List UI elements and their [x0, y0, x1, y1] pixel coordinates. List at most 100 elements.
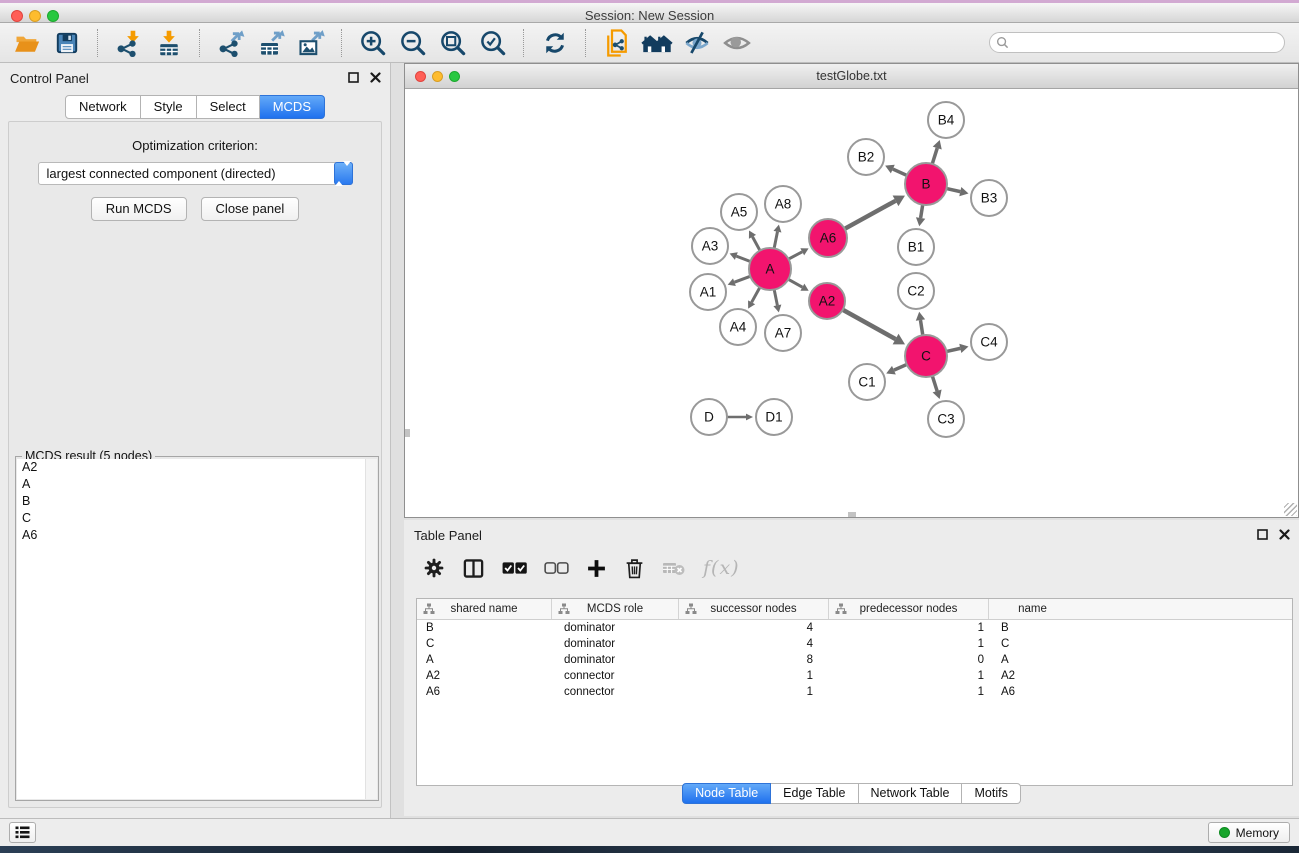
column-header-successor-nodes[interactable]: successor nodes: [679, 599, 829, 619]
graph-edge-A-A2[interactable]: [787, 279, 808, 291]
export-table-button[interactable]: [254, 26, 287, 59]
unselect-all-button[interactable]: [544, 561, 569, 575]
zoom-fit-button[interactable]: [436, 26, 469, 59]
graph-edge-B-B3[interactable]: [946, 187, 969, 196]
result-item-a[interactable]: A: [17, 476, 377, 493]
graph-node-A3[interactable]: A3: [692, 228, 728, 264]
graph-edge-A-A5[interactable]: [749, 230, 761, 251]
table-row-a6[interactable]: A6connector11A6: [417, 684, 1292, 700]
close-panel-button[interactable]: Close panel: [201, 197, 300, 221]
network-canvas[interactable]: A A1 A2 A3 A4 A5 A6 A7 A8 B B1 B2 B3 B4 C C1 C2 C3 C4 D D1: [405, 89, 1298, 517]
graph-node-C4[interactable]: C4: [971, 324, 1007, 360]
graph-node-A[interactable]: A: [749, 248, 791, 290]
memory-button[interactable]: Memory: [1208, 822, 1290, 843]
table-tab-node-table[interactable]: Node Table: [682, 783, 771, 804]
table-tab-motifs[interactable]: Motifs: [962, 783, 1020, 804]
close-panel-icon[interactable]: [370, 72, 381, 83]
graph-node-B2[interactable]: B2: [848, 139, 884, 175]
column-header-predecessor-nodes[interactable]: predecessor nodes: [829, 599, 989, 619]
result-item-a2[interactable]: A2: [17, 459, 377, 476]
run-mcds-button[interactable]: Run MCDS: [91, 197, 187, 221]
window-resize-handle[interactable]: [1284, 503, 1297, 516]
graph-node-D1[interactable]: D1: [756, 399, 792, 435]
float-panel-icon[interactable]: [348, 72, 359, 83]
graph-edge-B-B4[interactable]: [932, 140, 942, 165]
tab-select[interactable]: Select: [197, 95, 260, 119]
graph-node-B1[interactable]: B1: [898, 229, 934, 265]
close-panel-icon[interactable]: [1279, 529, 1290, 540]
tab-network[interactable]: Network: [65, 95, 141, 119]
graph-edge-B-B1[interactable]: [916, 204, 925, 227]
table-tab-network-table[interactable]: Network Table: [859, 783, 963, 804]
import-network-button[interactable]: [112, 26, 145, 59]
column-header-shared-name[interactable]: shared name: [417, 599, 552, 619]
graph-node-C3[interactable]: C3: [928, 401, 964, 437]
select-all-button[interactable]: [502, 561, 527, 575]
table-row-a[interactable]: Adominator80A: [417, 652, 1292, 668]
home-button[interactable]: [640, 26, 673, 59]
graph-node-B4[interactable]: B4: [928, 102, 964, 138]
graph-edge-B-B2[interactable]: [885, 165, 908, 176]
graph-node-A4[interactable]: A4: [720, 309, 756, 345]
graph-node-C2[interactable]: C2: [898, 273, 934, 309]
float-panel-icon[interactable]: [1257, 529, 1268, 540]
graph-node-B3[interactable]: B3: [971, 180, 1007, 216]
graph-edge-A2-C[interactable]: [842, 309, 905, 344]
graph-node-A2[interactable]: A2: [809, 283, 845, 319]
graph-node-A8[interactable]: A8: [765, 186, 801, 222]
table-row-a2[interactable]: A2connector11A2: [417, 668, 1292, 684]
graph-node-C1[interactable]: C1: [849, 364, 885, 400]
result-item-c[interactable]: C: [17, 510, 377, 527]
graph-edge-C-C1[interactable]: [886, 364, 907, 374]
task-history-button[interactable]: [9, 822, 36, 843]
graph-edge-A6-B[interactable]: [844, 195, 905, 229]
graph-node-A7[interactable]: A7: [765, 315, 801, 351]
table-tab-edge-table[interactable]: Edge Table: [771, 783, 858, 804]
delete-column-button[interactable]: [624, 557, 645, 579]
graph-node-A1[interactable]: A1: [690, 274, 726, 310]
graph-edge-A-A4[interactable]: [748, 287, 760, 309]
table-row-b[interactable]: Bdominator41B: [417, 620, 1292, 636]
column-header-name[interactable]: name: [989, 599, 1076, 619]
graph-edge-A-A7[interactable]: [773, 289, 781, 313]
graph-node-A6[interactable]: A6: [809, 219, 847, 257]
graph-node-B[interactable]: B: [905, 163, 947, 205]
birds-eye-button[interactable]: [720, 26, 753, 59]
export-image-button[interactable]: [294, 26, 327, 59]
graph-edge-A-A6[interactable]: [788, 248, 809, 259]
graph-node-A5[interactable]: A5: [721, 194, 757, 230]
zoom-in-button[interactable]: [356, 26, 389, 59]
graph-edge-D-D1[interactable]: [726, 414, 753, 421]
column-header-mcds-role[interactable]: MCDS role: [552, 599, 679, 619]
table-settings-button[interactable]: [423, 557, 445, 579]
graph-edge-A-A1[interactable]: [728, 276, 752, 286]
save-session-button[interactable]: [50, 26, 83, 59]
delete-table-button[interactable]: [662, 560, 686, 577]
result-scrollbar[interactable]: [365, 459, 377, 799]
graphics-details-button[interactable]: [680, 26, 713, 59]
refresh-button[interactable]: [538, 26, 571, 59]
search-input[interactable]: [1013, 34, 1284, 51]
export-network-button[interactable]: [214, 26, 247, 59]
optimization-criterion-select[interactable]: largest connected component (directed): [38, 162, 353, 185]
graph-edge-A-A8[interactable]: [773, 225, 781, 250]
result-item-b[interactable]: B: [17, 493, 377, 510]
graph-edge-A-A3[interactable]: [730, 252, 752, 262]
zoom-selected-button[interactable]: [476, 26, 509, 59]
open-file-button[interactable]: [10, 26, 43, 59]
show-columns-button[interactable]: [462, 557, 485, 580]
table-row-c[interactable]: Cdominator41C: [417, 636, 1292, 652]
tab-mcds[interactable]: MCDS: [260, 95, 325, 119]
zoom-out-button[interactable]: [396, 26, 429, 59]
graph-edge-C-C2[interactable]: [916, 312, 925, 336]
result-item-a6[interactable]: A6: [17, 527, 377, 544]
import-table-button[interactable]: [152, 26, 185, 59]
add-column-button[interactable]: [586, 558, 607, 579]
graph-edge-C-C4[interactable]: [946, 344, 969, 353]
tab-style[interactable]: Style: [141, 95, 197, 119]
graph-edge-C-C3[interactable]: [932, 375, 942, 399]
graph-node-D[interactable]: D: [691, 399, 727, 435]
graph-node-C[interactable]: C: [905, 335, 947, 377]
network-snapshot-button[interactable]: [600, 26, 633, 59]
function-builder-button[interactable]: f(x): [703, 557, 740, 579]
